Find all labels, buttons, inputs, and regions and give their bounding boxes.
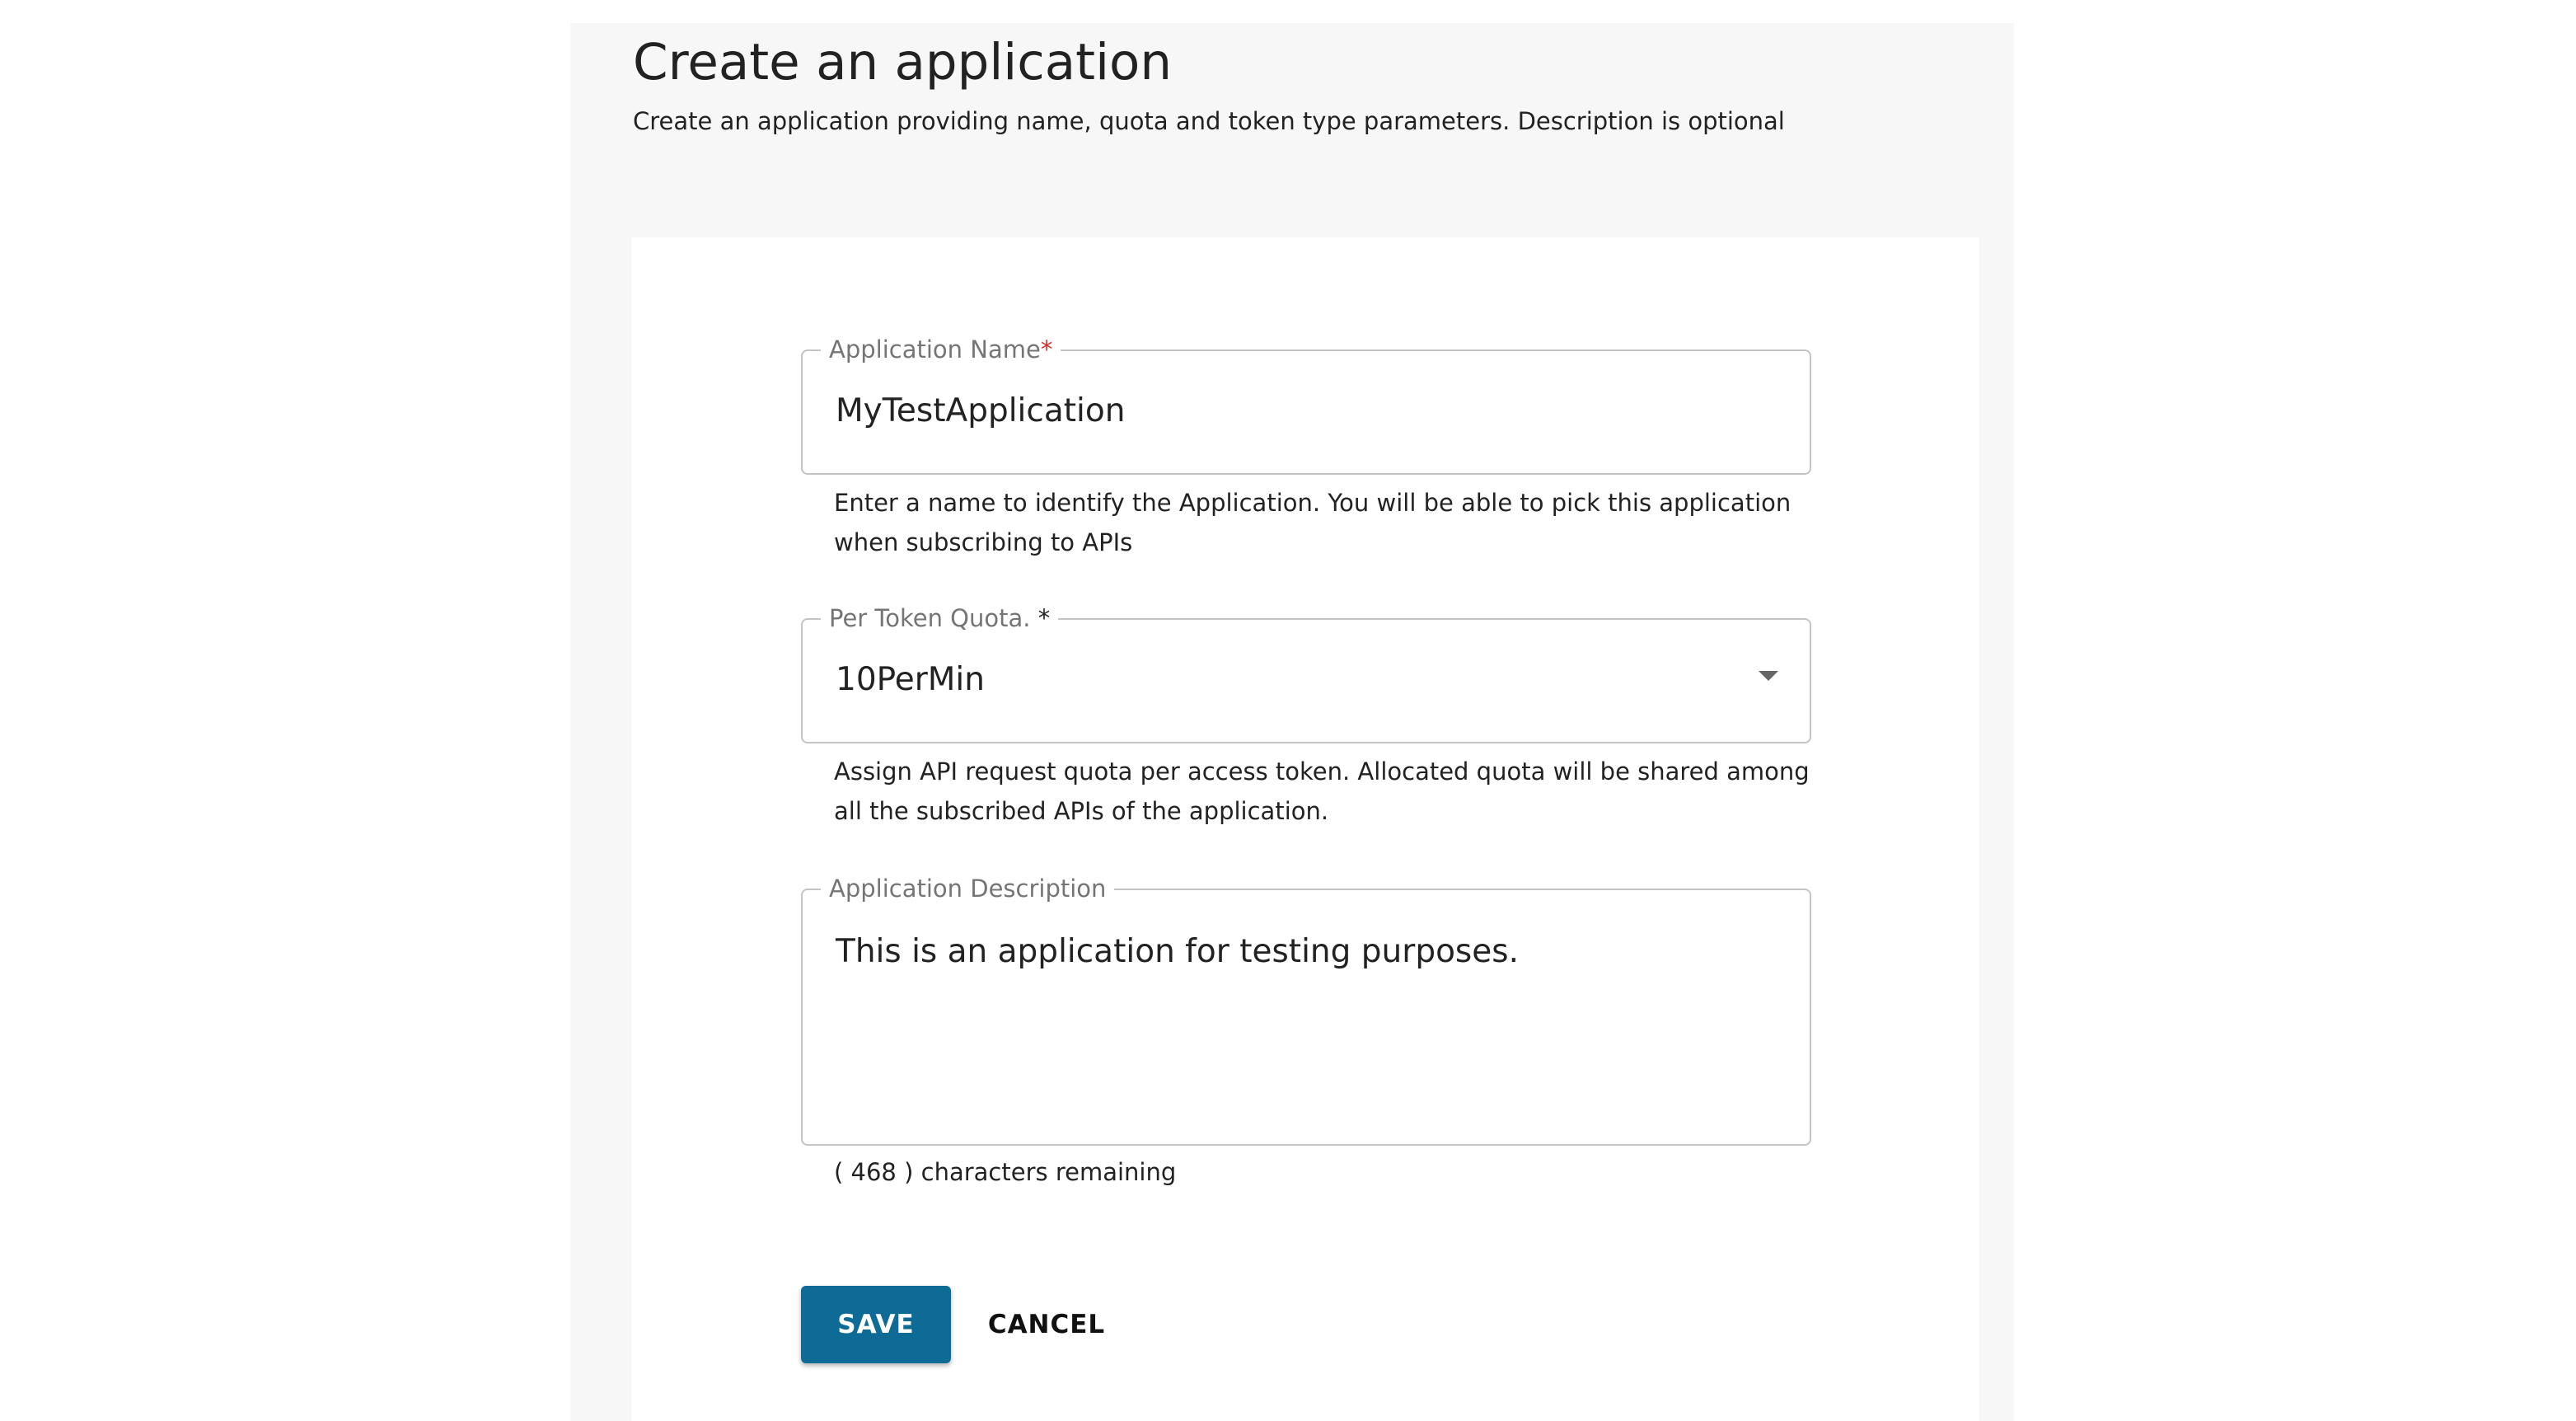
save-button[interactable]: SAVE [801,1286,951,1363]
per-token-quota-select[interactable]: Per Token Quota. * 10PerMin [801,602,1811,743]
required-asterisk: * [1040,335,1053,363]
application-name-field[interactable]: Application Name* MyTestApplication [801,333,1811,475]
required-asterisk: * [1037,604,1051,632]
characters-remaining: ( 468 ) characters remaining [834,1158,1177,1186]
page-subtitle: Create an application providing name, qu… [633,107,1785,135]
application-description-textarea[interactable]: This is an application for testing purpo… [836,933,1519,970]
per-token-quota-helper: Assign API request quota per access toke… [834,757,1810,825]
application-name-helper: Enter a name to identify the Application… [834,489,1791,556]
application-name-label: Application Name* [821,333,1061,366]
application-description-label: Application Description [821,872,1115,905]
application-description-field[interactable]: Application Description This is an appli… [801,872,1811,1146]
cancel-button[interactable]: CANCEL [972,1286,1121,1363]
per-token-quota-value[interactable]: 10PerMin [836,661,985,698]
application-name-input[interactable]: MyTestApplication [836,392,1125,429]
per-token-quota-label: Per Token Quota. * [821,602,1059,635]
chevron-down-icon[interactable] [1759,671,1778,681]
page-title: Create an application [633,33,1172,91]
